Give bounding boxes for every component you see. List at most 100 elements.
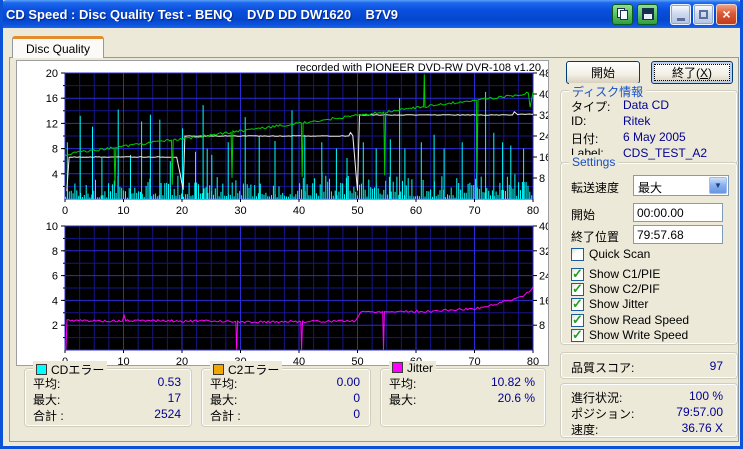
c2-max-value: 0 (353, 391, 360, 405)
maximize-button[interactable] (693, 3, 714, 25)
svg-text:32: 32 (539, 246, 548, 258)
svg-text:70: 70 (468, 205, 480, 217)
checkbox-show-c1-pie[interactable]: Show C1/PIE (571, 266, 660, 282)
minimize-icon (676, 17, 685, 21)
app-window: CD Speed : Disc Quality Test - BENQ DVD … (0, 0, 743, 449)
svg-text:16: 16 (539, 152, 548, 164)
disc-info-group: ディスク情報 タイプ: Data CD ID: Ritek 日付: 6 May … (560, 83, 738, 164)
disc-date-value: 6 May 2005 (623, 130, 686, 144)
c1-legend-swatch (36, 364, 47, 375)
svg-text:20: 20 (176, 356, 188, 366)
svg-text:80: 80 (527, 356, 539, 366)
close-button[interactable]: × (716, 3, 737, 25)
svg-text:70: 70 (468, 356, 480, 366)
start-button-label: 開始 (590, 66, 615, 80)
checkbox-show-jitter[interactable]: Show Jitter (571, 296, 648, 312)
svg-text:50: 50 (351, 356, 363, 366)
copy-icon (616, 7, 629, 21)
disc-type-label: タイプ: (571, 100, 611, 114)
end-pos-input[interactable]: 79:57.68 (633, 225, 723, 244)
disc-date-label: 日付: (571, 132, 599, 146)
svg-text:24: 24 (539, 131, 548, 143)
jitter-group: Jitter 平均: 10.82 % 最大: 20.6 % (380, 361, 546, 427)
settings-title: Settings (569, 155, 619, 169)
quality-score-value: 97 (709, 359, 723, 373)
jitter-title: Jitter (389, 361, 437, 375)
checkbox-box (571, 296, 584, 312)
cd-max-value: 17 (167, 391, 181, 405)
save-icon (641, 8, 654, 20)
quality-charts: 4812162081624324048010203040506070802468… (46, 68, 552, 368)
checkbox-show-read-speed[interactable]: Show Read Speed (571, 312, 689, 328)
start-pos-input[interactable]: 00:00.00 (633, 203, 723, 222)
close-icon: × (722, 6, 731, 22)
quality-score-group: 品質スコア: 97 (560, 352, 738, 379)
svg-text:16: 16 (46, 93, 58, 105)
svg-text:8: 8 (539, 320, 545, 332)
speed-label: 転送速度 (571, 181, 620, 195)
minimize-button[interactable] (670, 3, 691, 25)
save-button[interactable] (637, 3, 658, 25)
svg-text:8: 8 (539, 173, 545, 185)
title-bar[interactable]: CD Speed : Disc Quality Test - BENQ DVD … (3, 0, 740, 28)
checkbox-show-write-speed[interactable]: Show Write Speed (571, 327, 688, 343)
start-pos-label: 開始 (571, 208, 596, 222)
speed-select[interactable]: 最大 ▼ (633, 175, 729, 196)
checkbox-show-c2-pif[interactable]: Show C2/PIF (571, 281, 660, 297)
progress-value: 100 % (688, 389, 723, 403)
settings-group: Settings 転送速度 最大 ▼ 開始 00:00.00 終了位置 79:5… (560, 155, 738, 345)
chart-panel: recorded with PIONEER DVD-RW DVR-108 v1.… (16, 60, 552, 368)
start-button[interactable]: 開始 (566, 61, 640, 84)
svg-text:0: 0 (62, 205, 68, 217)
cd-total-value: 2524 (154, 407, 181, 421)
svg-text:8: 8 (52, 144, 58, 156)
svg-text:10: 10 (117, 205, 129, 217)
svg-text:12: 12 (46, 118, 58, 130)
checkbox-box (571, 327, 584, 343)
svg-text:80: 80 (527, 205, 539, 217)
tab-disc-quality[interactable]: Disc Quality (12, 36, 104, 58)
svg-text:10: 10 (46, 221, 58, 233)
progress-label: 進行状況: (571, 391, 623, 405)
svg-text:16: 16 (539, 295, 548, 307)
position-value: 79:57.00 (676, 405, 723, 419)
svg-text:10: 10 (117, 356, 129, 366)
jitter-legend-swatch (392, 362, 403, 373)
disc-id-value: Ritek (623, 114, 651, 128)
svg-text:20: 20 (176, 205, 188, 217)
exit-button[interactable]: 終了(X) (651, 61, 733, 84)
svg-text:6: 6 (52, 271, 58, 283)
svg-text:50: 50 (351, 205, 363, 217)
jitter-max-value: 20.6 % (497, 391, 535, 405)
speed-x-label: 速度: (571, 423, 599, 437)
disc-type-value: Data CD (623, 98, 670, 112)
window-title: CD Speed : Disc Quality Test - BENQ DVD … (6, 6, 399, 22)
disc-label-value: CDS_TEST_A2 (623, 146, 708, 160)
quality-score-label: 品質スコア: (571, 361, 635, 375)
c2-legend-swatch (213, 364, 224, 375)
speed-select-value: 最大 (638, 181, 663, 195)
svg-text:24: 24 (539, 271, 548, 283)
svg-text:32: 32 (539, 110, 548, 122)
svg-text:4: 4 (52, 169, 58, 181)
checkbox-quick-scan[interactable]: Quick Scan (571, 247, 650, 261)
svg-text:40: 40 (293, 356, 305, 366)
c2-avg-value: 0.00 (336, 375, 360, 389)
chevron-down-icon[interactable]: ▼ (709, 177, 727, 194)
checkbox-box (571, 266, 584, 282)
svg-text:8: 8 (52, 246, 58, 258)
svg-text:4: 4 (52, 295, 58, 307)
svg-text:30: 30 (234, 205, 246, 217)
chart-recorded-with: recorded with PIONEER DVD-RW DVR-108 v1.… (296, 62, 541, 74)
copy-button[interactable] (612, 3, 633, 25)
svg-text:60: 60 (410, 205, 422, 217)
svg-text:40: 40 (293, 205, 305, 217)
svg-text:2: 2 (52, 320, 58, 332)
disc-id-label: ID: (571, 114, 587, 128)
tab-label: Disc Quality (25, 41, 90, 56)
svg-text:20: 20 (46, 68, 58, 80)
cd-avg-value: 0.53 (157, 375, 181, 389)
svg-text:40: 40 (539, 221, 548, 233)
cd-errors-group: CDエラー 平均: 0.53 最大: 17 合計 : 2524 (24, 361, 192, 427)
c2-total-value: 0 (353, 407, 360, 421)
